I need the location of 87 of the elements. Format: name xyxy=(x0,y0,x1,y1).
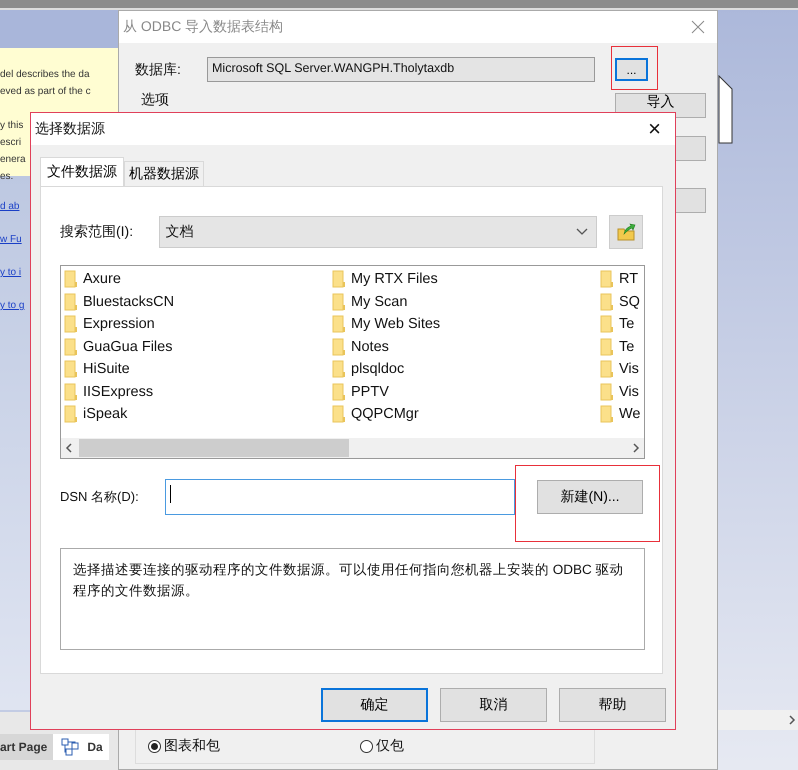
folder-icon xyxy=(332,338,346,356)
folder-icon xyxy=(332,292,346,311)
scrollbar[interactable] xyxy=(718,710,798,730)
folder-icon xyxy=(600,338,614,356)
radio-icon[interactable] xyxy=(148,740,161,752)
folder-item[interactable]: RT xyxy=(600,268,644,290)
look-in-dropdown[interactable]: 文档 xyxy=(159,216,598,248)
folder-icon xyxy=(64,382,78,401)
folder-item[interactable]: SQ xyxy=(600,290,644,313)
folder-icon xyxy=(64,338,78,356)
look-in-label: 搜索范围(I): xyxy=(60,223,134,241)
folder-arrow-icon xyxy=(616,222,636,242)
window-title: 选择数据源 xyxy=(35,120,105,138)
folder-icon xyxy=(600,270,614,288)
folder-item[interactable]: We xyxy=(600,403,644,426)
folder-item[interactable]: QQPCMgr xyxy=(332,403,600,426)
folder-item[interactable]: Notes xyxy=(332,336,600,358)
help-link[interactable]: y to i xyxy=(0,267,22,278)
highlight-frame xyxy=(611,46,658,90)
folder-item[interactable]: Expression xyxy=(64,313,332,336)
folder-item[interactable]: HiSuite xyxy=(64,358,332,380)
close-icon[interactable] xyxy=(691,20,705,34)
new-button[interactable]: 新建(N)... xyxy=(537,480,643,514)
document-tab[interactable]: art Page xyxy=(0,734,54,760)
dsn-name-field[interactable] xyxy=(164,479,515,515)
note-text: escri xyxy=(0,136,22,150)
folder-icon xyxy=(64,292,78,311)
folder-icon xyxy=(64,360,78,378)
dialog-button[interactable]: 确定 xyxy=(321,688,428,722)
folder-icon xyxy=(332,315,346,334)
chevron-left-icon xyxy=(65,443,73,453)
folder-icon xyxy=(64,315,78,334)
folder-item[interactable]: Te xyxy=(600,313,644,336)
folder-item[interactable]: GuaGua Files xyxy=(64,336,332,358)
browse-button[interactable]: ... xyxy=(615,58,648,81)
folder-icon xyxy=(64,405,78,424)
database-field[interactable]: Microsoft SQL Server.WANGPH.Tholytaxdb xyxy=(207,57,595,82)
folder-item[interactable]: BluestacksCN xyxy=(64,290,332,313)
folder-item[interactable]: Vis xyxy=(600,358,644,380)
radio-option[interactable]: 图表和包 xyxy=(148,737,220,755)
folder-icon xyxy=(332,360,346,378)
dialog-button[interactable]: 取消 xyxy=(440,688,547,722)
database-label: 数据库: xyxy=(135,60,182,78)
note-text: eved as part of the c xyxy=(0,85,91,99)
folder-item[interactable]: Te xyxy=(600,336,644,358)
folder-item[interactable]: PPTV xyxy=(332,380,600,403)
folder-icon xyxy=(332,405,346,424)
radio-icon[interactable] xyxy=(360,740,373,752)
folder-icon xyxy=(600,360,614,378)
folder-icon xyxy=(600,382,614,401)
folder-icon xyxy=(600,315,614,334)
folder-up-button[interactable] xyxy=(609,215,644,249)
tab[interactable]: 文件数据源 xyxy=(40,157,124,186)
window-title: 从 ODBC 导入数据表结构 xyxy=(123,18,284,36)
options-label: 选项 xyxy=(141,91,169,109)
folder-item[interactable]: iSpeak xyxy=(64,403,332,426)
folder-icon xyxy=(332,270,346,288)
folder-icon xyxy=(332,382,346,401)
chevron-right-icon xyxy=(632,443,640,453)
folder-icon xyxy=(600,405,614,424)
close-button[interactable]: × xyxy=(648,118,661,140)
note-text: del describes the da xyxy=(0,68,90,82)
scrollbar[interactable] xyxy=(61,438,644,458)
help-link[interactable]: y to g xyxy=(0,300,24,311)
note-text: enera xyxy=(0,153,26,167)
dialog-button[interactable]: 帮助 xyxy=(559,688,666,722)
document-tab[interactable]: Da xyxy=(53,734,109,760)
folder-item[interactable]: Axure xyxy=(64,268,332,290)
help-link[interactable]: w Fu xyxy=(0,234,22,245)
description-text: 选择描述要连接的驱动程序的文件数据源。可以使用任何指向您机器上安装的 ODBC 驱动程序的文件数据源。 xyxy=(60,548,645,650)
folder-item[interactable]: Vis xyxy=(600,380,644,403)
help-link[interactable]: d ab xyxy=(0,201,20,212)
diagram-icon xyxy=(61,738,80,756)
folder-icon xyxy=(600,292,614,311)
folder-item[interactable]: My RTX Files xyxy=(332,268,600,290)
tab[interactable]: 机器数据源 xyxy=(124,161,204,186)
folder-item[interactable]: IISExpress xyxy=(64,380,332,403)
chevron-right-icon xyxy=(788,715,796,725)
note-text: es. xyxy=(0,170,14,184)
note-text: y this xyxy=(0,119,24,133)
folder-item[interactable]: plsqldoc xyxy=(332,358,600,380)
folder-item[interactable]: My Scan xyxy=(332,290,600,313)
folder-item[interactable]: My Web Sites xyxy=(332,313,600,336)
dsn-name-label: DSN 名称(D): xyxy=(60,488,140,506)
folder-icon xyxy=(64,270,78,288)
chevron-down-icon xyxy=(576,228,588,236)
radio-option[interactable]: 仅包 xyxy=(360,737,404,755)
